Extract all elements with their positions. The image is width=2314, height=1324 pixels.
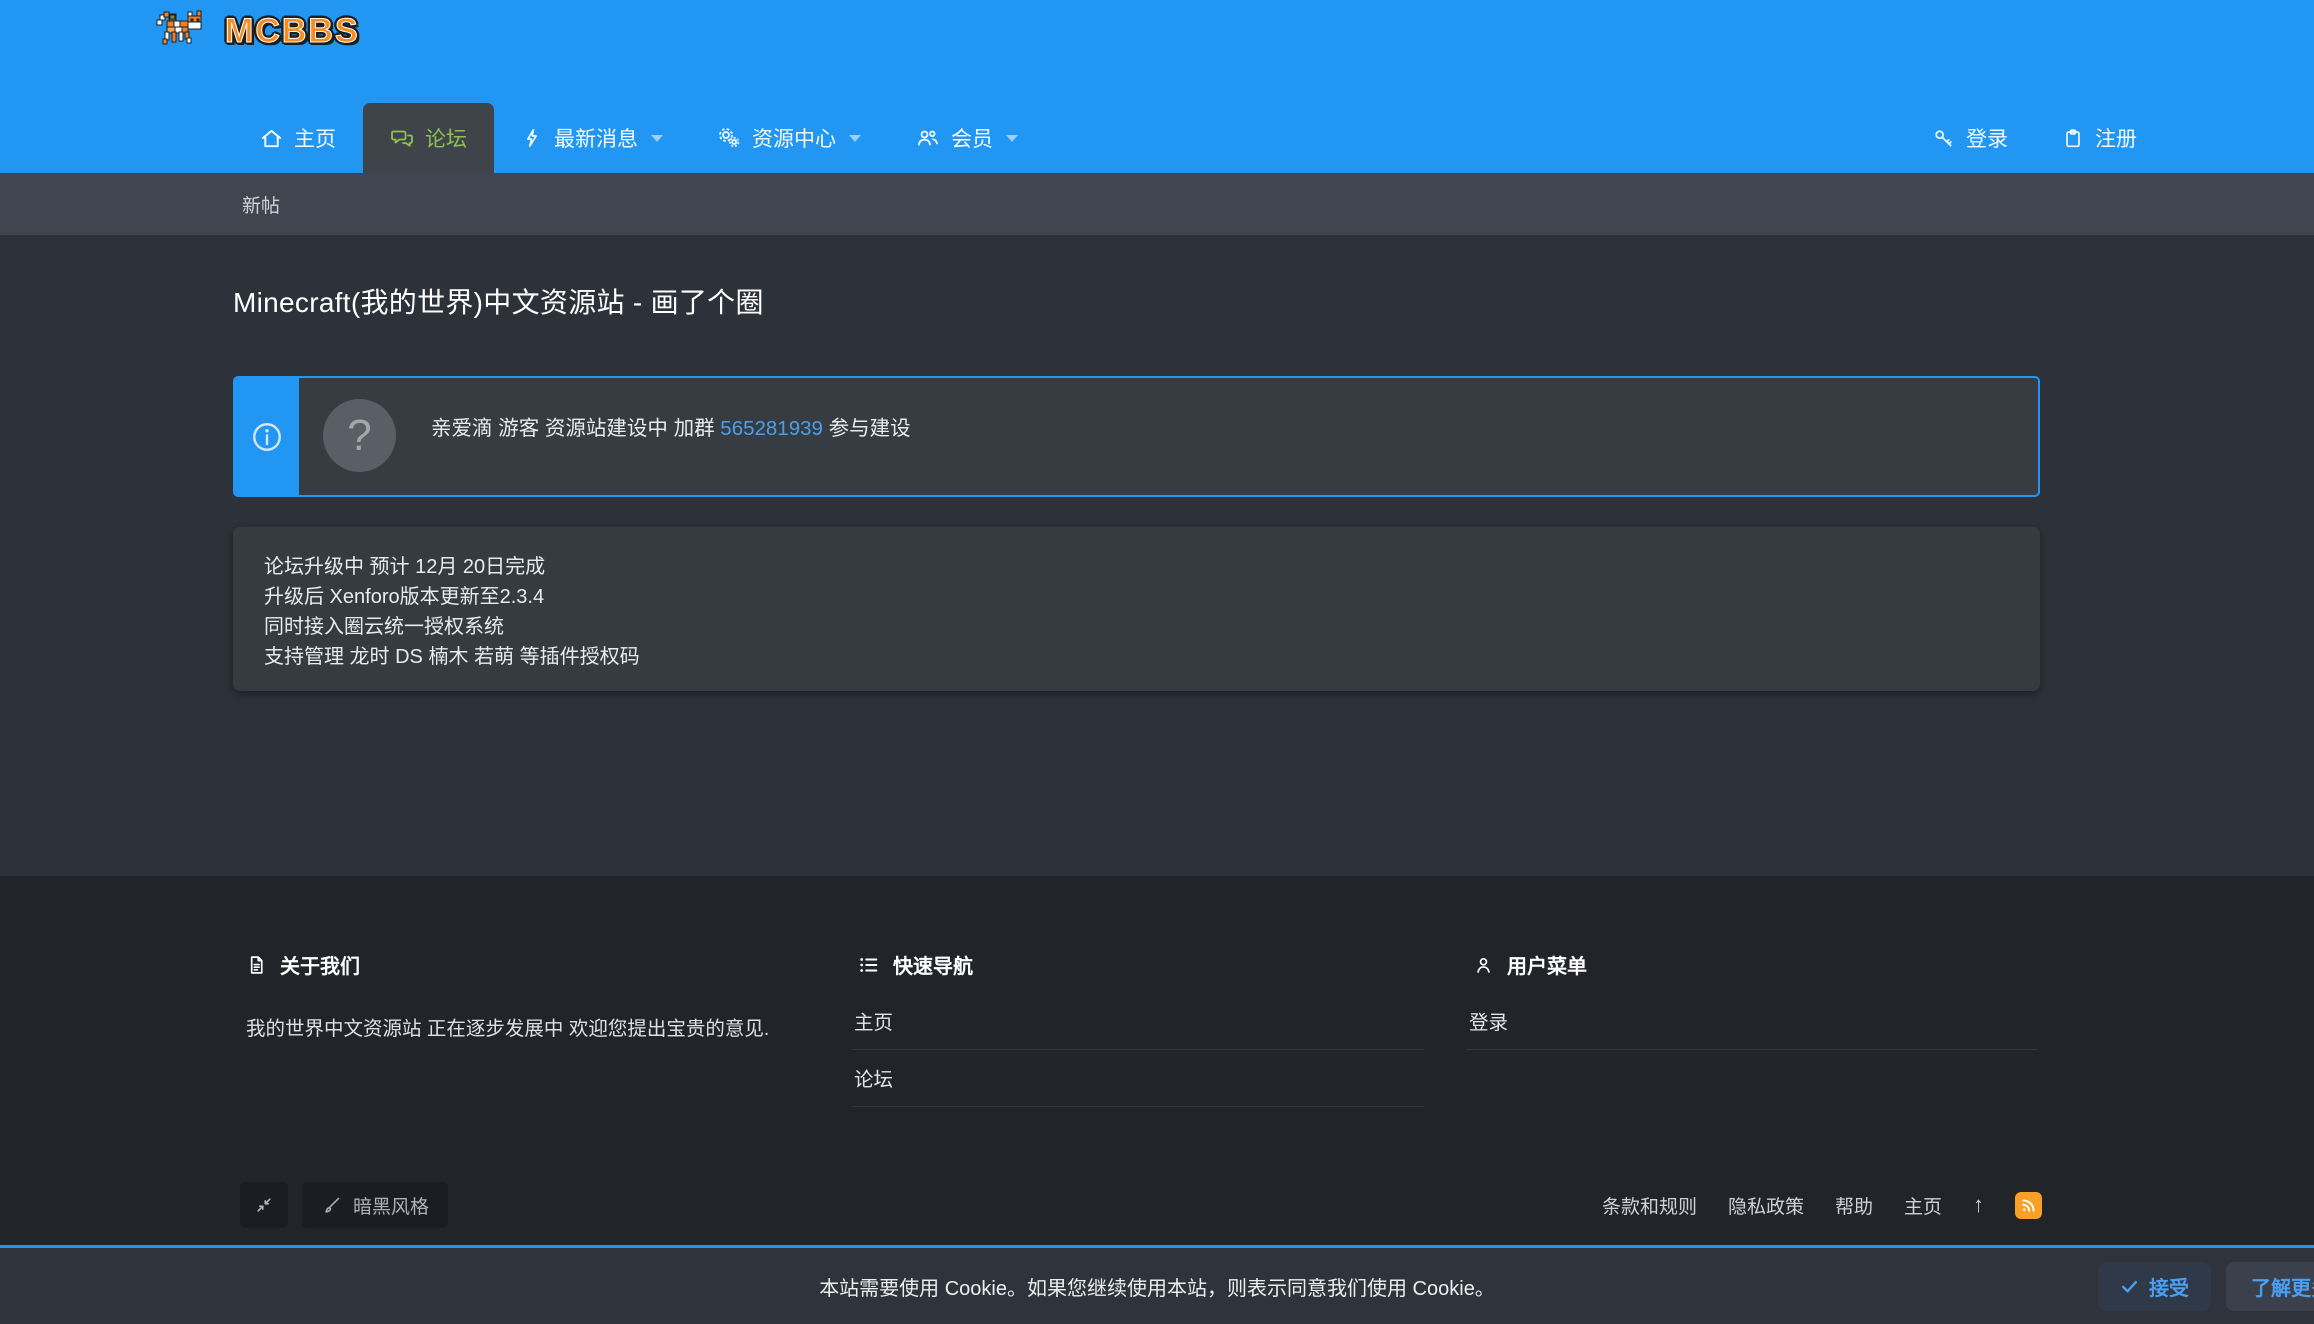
subnav-item-new-posts[interactable]: 新帖 — [242, 191, 280, 218]
paintbrush-icon — [321, 1195, 342, 1216]
footer-about-column: 关于我们 我的世界中文资源站 正在逐步发展中 欢迎您提出宝贵的意见. — [240, 950, 812, 1041]
nav-item-latest-news[interactable]: 最新消息 — [494, 103, 690, 173]
page-title: Minecraft(我的世界)中文资源站 - 画了个圈 — [233, 235, 2040, 321]
list-icon — [858, 954, 880, 976]
users-icon — [915, 126, 940, 150]
chevron-down-icon — [651, 135, 663, 142]
guest-notice-banner: ? 亲爱滴 游客 资源站建设中 加群 565281939 参与建设 — [233, 376, 2040, 497]
footer-bottom-bar: 暗黑风格 条款和规则 隐私政策 帮助 主页 ↑ — [240, 1182, 2042, 1228]
document-icon — [246, 954, 267, 976]
nav-item-forum[interactable]: 论坛 — [363, 103, 494, 173]
auth-navigation: 登录 注册 — [1905, 103, 2164, 173]
login-button[interactable]: 登录 — [1905, 103, 2035, 173]
announcement-line: 论坛升级中 预计 12月 20日完成 — [264, 552, 2009, 582]
bolt-icon — [521, 126, 543, 150]
main-navigation: 主页 论坛 最新消息 — [233, 103, 2164, 173]
footer-link-terms[interactable]: 条款和规则 — [1602, 1192, 1697, 1219]
footer-link-homepage[interactable]: 主页 — [1904, 1192, 1942, 1219]
clipboard-icon — [2062, 127, 2084, 150]
footer-about-heading: 关于我们 — [240, 950, 812, 979]
comments-icon — [390, 126, 414, 150]
footer-legal-links: 条款和规则 隐私政策 帮助 主页 ↑ — [1602, 1192, 2042, 1219]
sub-navigation: 新帖 — [0, 173, 2314, 235]
notice-text: 亲爱滴 游客 资源站建设中 加群 565281939 参与建设 — [431, 399, 911, 441]
announcement-line: 同时接入圈云统一授权系统 — [264, 612, 2009, 642]
question-mark-glyph: ? — [347, 411, 371, 461]
cookie-message: 本站需要使用 Cookie。如果您继续使用本站，则表示同意我们使用 Cookie… — [819, 1272, 1495, 1301]
pixel-cat-logo-icon — [155, 8, 213, 54]
notice-body: ? 亲爱滴 游客 资源站建设中 加群 565281939 参与建设 — [299, 378, 2038, 495]
cookie-actions: 接受 了解更多 — [2098, 1262, 2314, 1311]
announcement-line: 支持管理 龙时 DS 楠木 若萌 等插件授权码 — [264, 642, 2009, 672]
footer-link-privacy[interactable]: 隐私政策 — [1728, 1192, 1804, 1219]
info-flag — [235, 378, 299, 495]
nav-item-home[interactable]: 主页 — [233, 103, 363, 173]
footer-quicknav-links: 主页 论坛 — [852, 993, 1424, 1107]
footer: 关于我们 我的世界中文资源站 正在逐步发展中 欢迎您提出宝贵的意见. 快速导航 … — [0, 876, 2314, 1245]
footer-link-help[interactable]: 帮助 — [1835, 1192, 1873, 1219]
header: MCBBS 主页 论坛 — [0, 0, 2314, 173]
chevron-down-icon — [1006, 135, 1018, 142]
footer-quicknav-heading: 快速导航 — [852, 950, 1424, 979]
rss-button[interactable] — [2015, 1192, 2042, 1219]
width-toggle-button[interactable] — [240, 1182, 288, 1228]
style-chooser-button[interactable]: 暗黑风格 — [302, 1182, 448, 1228]
cookie-accept-button[interactable]: 接受 — [2098, 1262, 2211, 1311]
footer-link-login[interactable]: 登录 — [1467, 993, 2038, 1050]
footer-usermenu-links: 登录 — [1467, 993, 2038, 1050]
home-icon — [260, 127, 283, 150]
footer-usermenu-column: 用户菜单 登录 — [1467, 950, 2038, 1050]
user-icon — [1473, 954, 1494, 976]
nav-item-members[interactable]: 会员 — [888, 103, 1045, 173]
rss-icon — [2020, 1197, 2037, 1214]
cookie-consent-bar: 本站需要使用 Cookie。如果您继续使用本站，则表示同意我们使用 Cookie… — [0, 1245, 2314, 1324]
site-logo[interactable]: MCBBS — [155, 8, 360, 54]
qq-group-link[interactable]: 565281939 — [720, 417, 823, 440]
footer-about-text: 我的世界中文资源站 正在逐步发展中 欢迎您提出宝贵的意见. — [240, 1012, 812, 1041]
footer-link-home[interactable]: 主页 — [852, 993, 1424, 1050]
main-content: Minecraft(我的世界)中文资源站 - 画了个圈 ? 亲爱滴 游客 资源站… — [0, 235, 2314, 876]
footer-link-forum[interactable]: 论坛 — [852, 1050, 1424, 1107]
guest-avatar[interactable]: ? — [323, 399, 396, 472]
info-icon — [250, 420, 284, 454]
upgrade-announcement-box: 论坛升级中 预计 12月 20日完成 升级后 Xenforo版本更新至2.3.4… — [233, 527, 2040, 691]
check-icon — [2120, 1277, 2139, 1296]
key-icon — [1932, 127, 1955, 150]
footer-usermenu-heading: 用户菜单 — [1467, 950, 2038, 979]
nav-item-resource-center[interactable]: 资源中心 — [690, 103, 888, 173]
cookie-learn-more-button[interactable]: 了解更多 — [2226, 1262, 2314, 1311]
announcement-line: 升级后 Xenforo版本更新至2.3.4 — [264, 582, 2009, 612]
chevron-down-icon — [849, 135, 861, 142]
gears-icon — [717, 126, 741, 150]
footer-quicknav-column: 快速导航 主页 论坛 — [852, 950, 1424, 1107]
brand-wordmark: MCBBS — [225, 12, 360, 51]
compress-icon — [254, 1195, 274, 1215]
register-button[interactable]: 注册 — [2035, 103, 2164, 173]
scroll-top-button[interactable]: ↑ — [1973, 1192, 1984, 1218]
